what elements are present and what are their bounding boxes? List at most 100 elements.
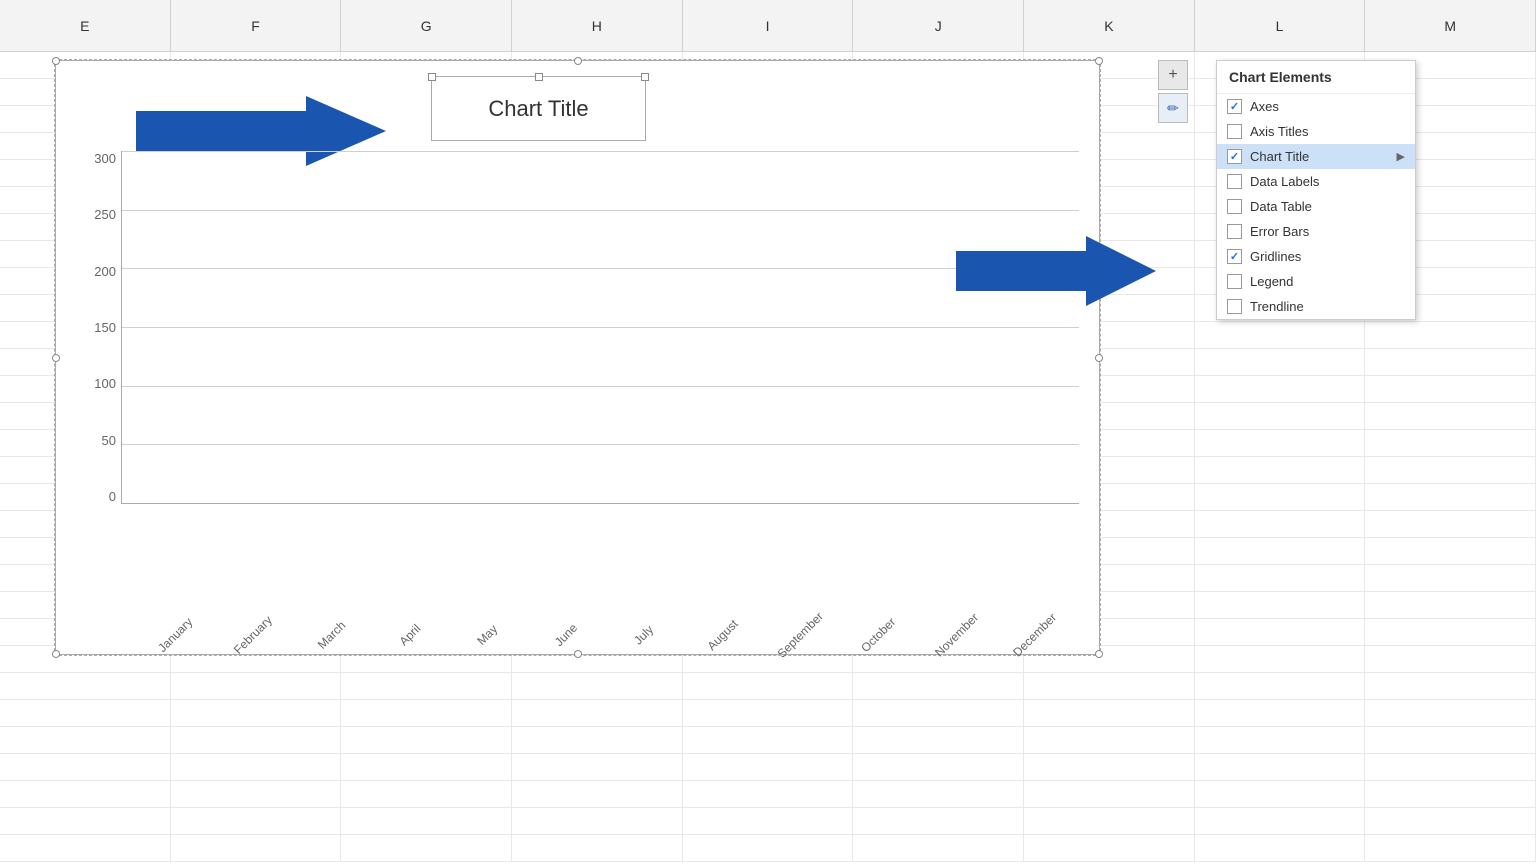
chart-container[interactable]: Chart Title 300 250 200 150 100 50 0 xyxy=(55,60,1100,655)
grid-cell[interactable] xyxy=(1195,322,1366,348)
grid-cell[interactable] xyxy=(1195,376,1366,402)
element-item-error-bars[interactable]: Error Bars xyxy=(1217,219,1415,244)
grid-cell[interactable] xyxy=(171,781,342,807)
grid-cell[interactable] xyxy=(1195,781,1366,807)
handle-br[interactable] xyxy=(1095,650,1103,658)
grid-cell[interactable] xyxy=(1195,403,1366,429)
grid-cell[interactable] xyxy=(1365,538,1536,564)
grid-cell[interactable] xyxy=(1024,835,1195,861)
grid-cell[interactable] xyxy=(1195,430,1366,456)
grid-cell[interactable] xyxy=(1365,349,1536,375)
grid-cell[interactable] xyxy=(683,835,854,861)
grid-cell[interactable] xyxy=(1195,349,1366,375)
grid-cell[interactable] xyxy=(1024,700,1195,726)
grid-cell[interactable] xyxy=(683,754,854,780)
handle-mr[interactable] xyxy=(1095,354,1103,362)
grid-cell[interactable] xyxy=(341,754,512,780)
grid-cell[interactable] xyxy=(512,673,683,699)
grid-cell[interactable] xyxy=(1195,619,1366,645)
grid-cell[interactable] xyxy=(1365,322,1536,348)
grid-cell[interactable] xyxy=(853,808,1024,834)
checkbox-error-bars[interactable] xyxy=(1227,224,1242,239)
grid-cell[interactable] xyxy=(0,835,171,861)
title-handle-tl[interactable] xyxy=(428,73,436,81)
grid-cell[interactable] xyxy=(853,673,1024,699)
element-item-trendline[interactable]: Trendline xyxy=(1217,294,1415,319)
grid-cell[interactable] xyxy=(1024,727,1195,753)
grid-cell[interactable] xyxy=(1365,403,1536,429)
grid-cell[interactable] xyxy=(512,808,683,834)
element-item-data-labels[interactable]: Data Labels xyxy=(1217,169,1415,194)
grid-cell[interactable] xyxy=(341,727,512,753)
grid-cell[interactable] xyxy=(853,781,1024,807)
grid-cell[interactable] xyxy=(1024,808,1195,834)
grid-cell[interactable] xyxy=(853,754,1024,780)
grid-cell[interactable] xyxy=(1195,484,1366,510)
grid-cell[interactable] xyxy=(1024,673,1195,699)
checkbox-legend[interactable] xyxy=(1227,274,1242,289)
grid-cell[interactable] xyxy=(1195,835,1366,861)
grid-cell[interactable] xyxy=(1195,565,1366,591)
chart-elements-plus-button[interactable]: + xyxy=(1158,60,1188,90)
grid-cell[interactable] xyxy=(1195,457,1366,483)
grid-cell[interactable] xyxy=(683,781,854,807)
grid-cell[interactable] xyxy=(0,700,171,726)
grid-cell[interactable] xyxy=(512,700,683,726)
grid-cell[interactable] xyxy=(171,673,342,699)
grid-cell[interactable] xyxy=(683,700,854,726)
grid-cell[interactable] xyxy=(0,673,171,699)
element-item-axis-titles[interactable]: Axis Titles xyxy=(1217,119,1415,144)
grid-cell[interactable] xyxy=(853,700,1024,726)
grid-cell[interactable] xyxy=(341,673,512,699)
grid-cell[interactable] xyxy=(1365,565,1536,591)
grid-cell[interactable] xyxy=(512,781,683,807)
grid-cell[interactable] xyxy=(1365,754,1536,780)
title-handle-tc[interactable] xyxy=(535,73,543,81)
grid-cell[interactable] xyxy=(1365,727,1536,753)
grid-cell[interactable] xyxy=(1365,592,1536,618)
grid-cell[interactable] xyxy=(1024,781,1195,807)
grid-cell[interactable] xyxy=(1365,808,1536,834)
chart-style-pencil-button[interactable]: ✏ xyxy=(1158,93,1188,123)
grid-cell[interactable] xyxy=(1365,646,1536,672)
grid-cell[interactable] xyxy=(171,727,342,753)
handle-tc[interactable] xyxy=(574,57,582,65)
grid-cell[interactable] xyxy=(1195,511,1366,537)
grid-cell[interactable] xyxy=(1024,754,1195,780)
grid-cell[interactable] xyxy=(1365,376,1536,402)
grid-cell[interactable] xyxy=(512,727,683,753)
grid-cell[interactable] xyxy=(683,808,854,834)
grid-cell[interactable] xyxy=(1365,673,1536,699)
grid-cell[interactable] xyxy=(171,754,342,780)
grid-cell[interactable] xyxy=(853,835,1024,861)
grid-cell[interactable] xyxy=(1195,700,1366,726)
element-item-axes[interactable]: Axes xyxy=(1217,94,1415,119)
grid-cell[interactable] xyxy=(512,835,683,861)
element-item-data-table[interactable]: Data Table xyxy=(1217,194,1415,219)
grid-cell[interactable] xyxy=(1195,673,1366,699)
grid-cell[interactable] xyxy=(0,754,171,780)
handle-tr[interactable] xyxy=(1095,57,1103,65)
grid-cell[interactable] xyxy=(1195,592,1366,618)
checkbox-trendline[interactable] xyxy=(1227,299,1242,314)
element-item-chart-title[interactable]: Chart Title▶ xyxy=(1217,144,1415,169)
element-item-legend[interactable]: Legend xyxy=(1217,269,1415,294)
grid-cell[interactable] xyxy=(341,700,512,726)
grid-cell[interactable] xyxy=(171,808,342,834)
checkbox-data-labels[interactable] xyxy=(1227,174,1242,189)
element-item-gridlines[interactable]: Gridlines xyxy=(1217,244,1415,269)
grid-cell[interactable] xyxy=(341,808,512,834)
grid-cell[interactable] xyxy=(1365,835,1536,861)
grid-cell[interactable] xyxy=(1195,808,1366,834)
grid-cell[interactable] xyxy=(512,754,683,780)
grid-cell[interactable] xyxy=(683,673,854,699)
checkbox-data-table[interactable] xyxy=(1227,199,1242,214)
handle-tl[interactable] xyxy=(52,57,60,65)
checkbox-axes[interactable] xyxy=(1227,99,1242,114)
grid-cell[interactable] xyxy=(853,727,1024,753)
grid-cell[interactable] xyxy=(171,835,342,861)
grid-cell[interactable] xyxy=(1365,484,1536,510)
grid-cell[interactable] xyxy=(1365,457,1536,483)
handle-bl[interactable] xyxy=(52,650,60,658)
checkbox-axis-titles[interactable] xyxy=(1227,124,1242,139)
